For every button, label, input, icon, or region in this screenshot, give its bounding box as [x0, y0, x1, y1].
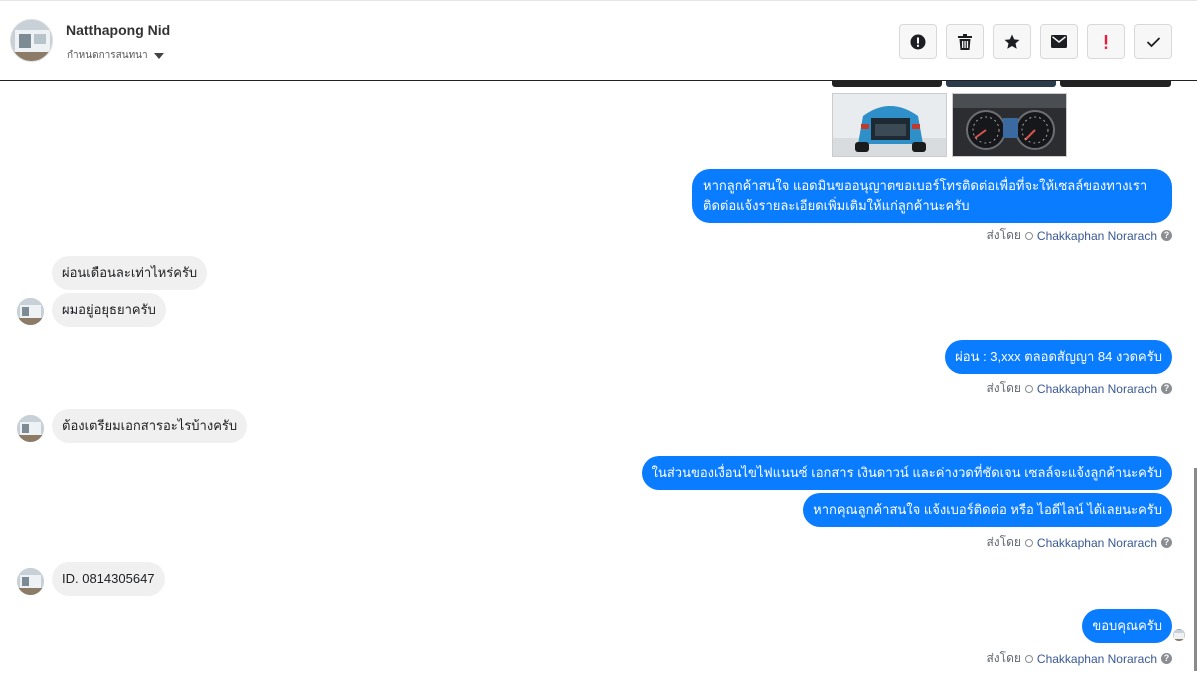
sent-by-label: ส่งโดย	[986, 535, 1021, 549]
agent-name-link[interactable]: Chakkaphan Norarach	[1037, 536, 1157, 550]
schedule-label: กำหนดการสนทนา	[67, 50, 148, 61]
attachment-image[interactable]	[832, 81, 942, 87]
follow-up-button[interactable]	[1087, 24, 1125, 59]
incoming-message[interactable]: ผ่อนเดือนละเท่าไหร่ครับ	[52, 256, 208, 290]
conversation-schedule-dropdown[interactable]: กำหนดการสนทนา	[67, 48, 164, 63]
seen-indicator-avatar	[1173, 629, 1185, 641]
verified-icon	[1024, 384, 1033, 393]
message-thread[interactable]: หากลูกค้าสนใจ แอดมินขออนุญาตขอเบอร์โทรติ…	[0, 81, 1197, 692]
checkmark-icon	[1146, 36, 1160, 47]
incoming-message[interactable]: ต้องเตรียมเอกสารอะไรบ้างครับ	[52, 409, 248, 443]
star-icon	[1004, 34, 1020, 49]
sent-by-label: ส่งโดย	[986, 381, 1021, 395]
help-icon[interactable]: ?	[1161, 383, 1172, 394]
agent-name-link[interactable]: Chakkaphan Norarach	[1037, 382, 1157, 396]
help-icon[interactable]: ?	[1161, 537, 1172, 548]
envelope-icon	[1051, 35, 1067, 48]
attachment-image[interactable]	[1060, 81, 1171, 87]
delete-button[interactable]	[946, 24, 984, 59]
header-actions	[899, 24, 1172, 59]
attachment-image-dashboard[interactable]	[952, 93, 1067, 157]
outgoing-message[interactable]: หากลูกค้าสนใจ แอดมินขออนุญาตขอเบอร์โทรติ…	[692, 169, 1172, 223]
outgoing-message[interactable]: หากคุณลูกค้าสนใจ แจ้งเบอร์ติดต่อ หรือ ไอ…	[803, 493, 1172, 527]
mark-unread-button[interactable]	[1040, 24, 1078, 59]
sent-by-info: ส่งโดย Chakkaphan Norarach ?	[986, 379, 1172, 398]
sent-by-info: ส่งโดย Chakkaphan Norarach ?	[986, 533, 1172, 552]
incoming-message[interactable]: ผมอยู่อยุธยาครับ	[52, 293, 166, 327]
agent-name-link[interactable]: Chakkaphan Norarach	[1037, 229, 1157, 243]
report-spam-button[interactable]	[899, 24, 937, 59]
attachment-image-car-rear[interactable]	[832, 93, 947, 157]
help-icon[interactable]: ?	[1161, 653, 1172, 664]
exclamation-mark-icon	[1104, 34, 1108, 49]
caret-down-icon	[153, 52, 164, 59]
sent-by-label: ส่งโดย	[986, 651, 1021, 665]
contact-avatar-small	[17, 298, 44, 325]
contact-name[interactable]: Natthapong Nid	[66, 22, 170, 38]
outgoing-message[interactable]: ขอบคุณครับ	[1082, 609, 1172, 643]
mark-done-button[interactable]	[1134, 24, 1172, 59]
outgoing-message[interactable]: ในส่วนของเงื่อนไขไฟแนนซ์ เอกสาร เงินดาวน…	[641, 456, 1172, 490]
help-icon[interactable]: ?	[1161, 230, 1172, 241]
contact-avatar-small	[17, 568, 44, 595]
agent-name-link[interactable]: Chakkaphan Norarach	[1037, 652, 1157, 666]
incoming-message[interactable]: ID. 0814305647	[52, 562, 165, 596]
sent-by-label: ส่งโดย	[986, 228, 1021, 242]
verified-icon	[1024, 538, 1033, 547]
verified-icon	[1024, 654, 1033, 663]
conversation-header: Natthapong Nid กำหนดการสนทนา	[0, 0, 1197, 81]
exclamation-circle-icon	[910, 34, 926, 49]
trash-icon	[958, 33, 972, 50]
star-button[interactable]	[993, 24, 1031, 59]
sent-by-info: ส่งโดย Chakkaphan Norarach ?	[986, 226, 1172, 245]
outgoing-message[interactable]: ผ่อน : 3,xxx ตลอดสัญญา 84 งวดครับ	[945, 340, 1172, 374]
contact-avatar-small	[17, 415, 44, 442]
attachment-image[interactable]	[946, 81, 1056, 87]
contact-avatar[interactable]	[10, 19, 53, 62]
verified-icon	[1024, 231, 1033, 240]
sent-by-info: ส่งโดย Chakkaphan Norarach ?	[986, 649, 1172, 668]
